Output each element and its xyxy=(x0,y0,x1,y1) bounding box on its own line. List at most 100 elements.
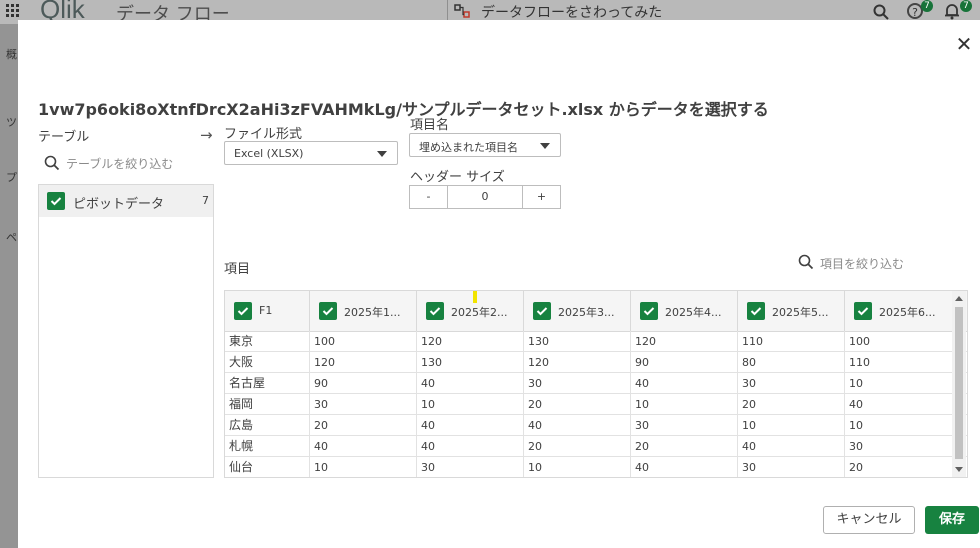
column-header[interactable]: 2025年2... xyxy=(417,291,524,331)
grid-header: F1 2025年1... 2025年2... 2025年3... 2025年4... 20… xyxy=(225,291,967,332)
check-icon xyxy=(237,307,249,316)
column-header-label: 2025年2... xyxy=(451,306,508,319)
file-format-label: ファイル形式 xyxy=(224,127,303,142)
field-filter-input[interactable]: 項目を絞り込む xyxy=(798,252,948,272)
table-item-pivot[interactable]: ピボットデータ 7 xyxy=(39,185,213,217)
column-header[interactable]: 2025年6... xyxy=(845,291,953,331)
table-cell: 30 xyxy=(738,373,845,394)
field-filter-placeholder: 項目を絞り込む xyxy=(820,257,905,271)
column-checkbox[interactable] xyxy=(319,302,337,320)
column-header-label: 2025年4... xyxy=(665,306,722,319)
check-icon xyxy=(536,307,548,316)
column-header[interactable]: 2025年4... xyxy=(631,291,738,331)
table-cell: 40 xyxy=(417,436,524,457)
table-cell: 広島 xyxy=(225,415,310,436)
table-cell: 20 xyxy=(524,436,631,457)
table-cell: 130 xyxy=(524,331,631,352)
table-cell: 東京 xyxy=(225,331,310,352)
bg-fragment: ツ xyxy=(6,116,17,129)
column-header[interactable]: 2025年5... xyxy=(738,291,845,331)
table-row: 東京 100 120 130 120 110 100 xyxy=(225,331,967,352)
arrow-right-icon: → xyxy=(200,126,213,144)
bg-fragment: プ xyxy=(6,171,17,184)
check-icon xyxy=(50,197,62,206)
field-names-select[interactable]: 埋め込まれた項目名 xyxy=(409,133,561,157)
table-cell: 120 xyxy=(417,331,524,352)
close-icon[interactable]: ✕ xyxy=(954,34,974,54)
table-cell: 80 xyxy=(738,352,845,373)
column-header-label: 2025年1... xyxy=(344,306,401,319)
flow-name: データフローをさわってみた xyxy=(481,5,663,21)
search-icon xyxy=(798,254,814,270)
column-header-label: 2025年5... xyxy=(772,306,829,319)
table-cell: 110 xyxy=(845,352,953,373)
field-names-value: 埋め込まれた項目名 xyxy=(419,141,518,154)
table-filter-input[interactable]: テーブルを絞り込む xyxy=(44,154,214,172)
data-preview-grid: F1 2025年1... 2025年2... 2025年3... 2025年4... 20… xyxy=(224,290,968,478)
header-size-stepper: - 0 + xyxy=(409,185,561,209)
table-cell: 10 xyxy=(845,373,953,394)
header-size-increment[interactable]: + xyxy=(522,186,560,208)
bg-fragment: 概 xyxy=(6,48,17,61)
scroll-up-icon[interactable] xyxy=(955,296,963,301)
scroll-down-icon[interactable] xyxy=(955,467,963,472)
table-row: 名古屋 90 40 30 40 30 10 xyxy=(225,373,967,394)
save-button[interactable]: 保存 xyxy=(925,506,979,534)
field-names-label: 項目名 xyxy=(410,118,450,133)
table-cell: 名古屋 xyxy=(225,373,310,394)
table-cell: 10 xyxy=(524,457,631,477)
table-cell: 90 xyxy=(310,373,417,394)
table-cell: 30 xyxy=(845,436,953,457)
caret-down-icon xyxy=(377,151,387,157)
grid-menu-icon[interactable] xyxy=(6,4,20,18)
table-cell: 20 xyxy=(631,436,738,457)
table-cell: 30 xyxy=(417,457,524,477)
table-cell: 札幌 xyxy=(225,436,310,457)
header-size-value[interactable]: 0 xyxy=(448,186,522,208)
table-checkbox[interactable] xyxy=(47,192,65,210)
table-row: 仙台 10 30 10 40 30 20 xyxy=(225,457,967,477)
table-cell: 40 xyxy=(524,415,631,436)
file-format-select[interactable]: Excel (XLSX) xyxy=(224,141,398,165)
bell-icon[interactable] xyxy=(943,2,961,20)
column-checkbox[interactable] xyxy=(533,302,551,320)
column-checkbox[interactable] xyxy=(747,302,765,320)
background-sidebar: 概 ツ プ ペ xyxy=(0,24,18,548)
table-row: 札幌 40 40 20 20 40 30 xyxy=(225,436,967,457)
column-header[interactable]: 2025年3... xyxy=(524,291,631,331)
table-cell: 20 xyxy=(310,415,417,436)
table-cell: 100 xyxy=(310,331,417,352)
table-cell: 40 xyxy=(738,436,845,457)
column-resize-marker xyxy=(473,291,477,303)
grid-vertical-scrollbar[interactable] xyxy=(952,291,966,477)
table-cell: 120 xyxy=(310,352,417,373)
table-cell: 30 xyxy=(310,394,417,415)
dataflow-icon xyxy=(454,4,470,18)
table-cell: 130 xyxy=(417,352,524,373)
column-header[interactable]: F1 xyxy=(225,291,310,331)
table-cell: 120 xyxy=(631,331,738,352)
cancel-button[interactable]: キャンセル xyxy=(823,506,915,534)
table-cell: 100 xyxy=(845,331,953,352)
table-cell: 30 xyxy=(524,373,631,394)
search-icon[interactable] xyxy=(873,4,889,20)
column-checkbox[interactable] xyxy=(426,302,444,320)
table-cell: 30 xyxy=(631,415,738,436)
column-checkbox[interactable] xyxy=(854,302,872,320)
table-row: 広島 20 40 40 30 10 10 xyxy=(225,415,967,436)
table-field-count: 7 xyxy=(202,194,209,207)
check-icon xyxy=(857,307,869,316)
column-header[interactable]: 2025年1... xyxy=(310,291,417,331)
bg-fragment: ペ xyxy=(6,231,17,244)
header-size-decrement[interactable]: - xyxy=(410,186,448,208)
scroll-thumb[interactable] xyxy=(955,307,963,459)
file-format-value: Excel (XLSX) xyxy=(234,147,304,160)
select-data-dialog: ✕ 1vw7p6oki8oXtnfDrcX2aHi3zFVAHMkLg/サンプル… xyxy=(18,20,980,548)
table-row: 大阪 120 130 120 90 80 110 xyxy=(225,352,967,373)
column-checkbox[interactable] xyxy=(640,302,658,320)
table-cell: 40 xyxy=(631,457,738,477)
table-cell: 20 xyxy=(524,394,631,415)
table-cell: 20 xyxy=(845,457,953,477)
column-checkbox[interactable] xyxy=(234,302,252,320)
table-cell: 40 xyxy=(310,436,417,457)
